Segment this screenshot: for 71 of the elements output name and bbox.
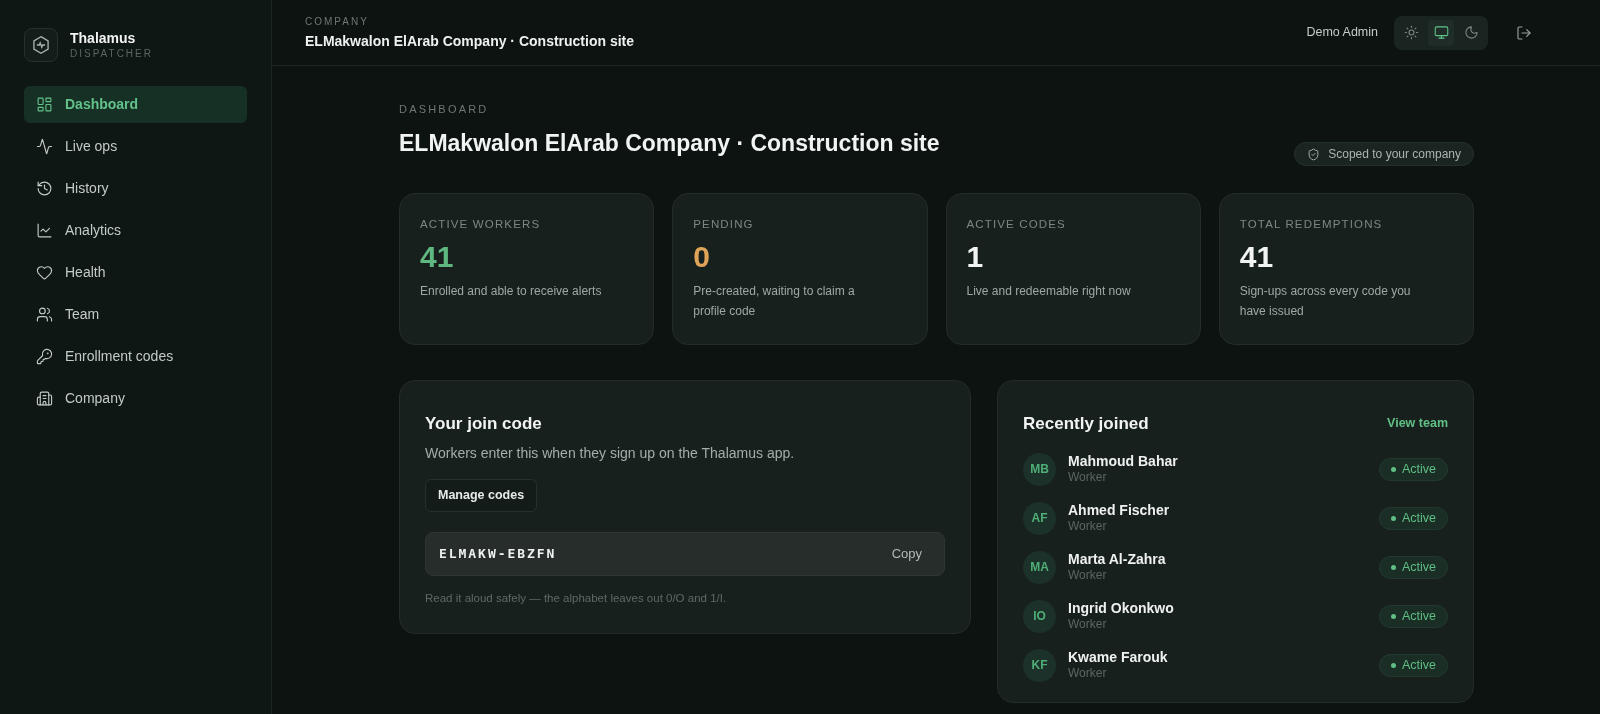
- join-code: ELMAKW-EBZFN: [439, 544, 557, 563]
- sidebar-item[interactable]: Live ops: [24, 128, 247, 165]
- brand-name: Thalamus: [70, 30, 137, 48]
- card-description: Workers enter this when they sign up on the Thalamus app.: [425, 443, 796, 463]
- stat-label: ACTIVE CODES: [966, 217, 1067, 232]
- stat-caption: Enrolled and able to receive alerts: [420, 283, 603, 301]
- member-role: Worker: [1068, 470, 1108, 486]
- system-theme-button[interactable]: [1428, 19, 1454, 46]
- code-note: Read it aloud safely — the alphabet leaves out 0/O and 1/I.: [425, 590, 728, 606]
- status-badge: Active: [1378, 555, 1448, 579]
- avatar: MA: [1023, 550, 1056, 584]
- stat-caption: Sign-ups across every code you have issued: [1239, 283, 1412, 321]
- status-badge: Active: [1378, 604, 1448, 628]
- user-name: Demo Admin: [1306, 24, 1378, 42]
- member-name: Marta Al-Zahra: [1068, 550, 1167, 569]
- stat-value: 1: [966, 239, 985, 276]
- header-eyebrow: COMPANY: [305, 14, 370, 29]
- view-team-link[interactable]: View team: [1387, 414, 1448, 434]
- copy-button[interactable]: Copy: [891, 543, 922, 564]
- avatar: AF: [1023, 501, 1056, 535]
- member-role: Worker: [1068, 666, 1108, 682]
- status-badge: Active: [1378, 457, 1448, 481]
- history-icon: [36, 180, 53, 197]
- stat-caption: Live and redeemable right now: [966, 283, 1132, 301]
- page-title: ELMakwalon ElArab Company · Construction site: [399, 128, 940, 158]
- logo-icon: [24, 28, 58, 62]
- shield-icon: [1307, 147, 1321, 161]
- sun-icon: [1403, 25, 1419, 40]
- manage-codes-button[interactable]: Manage codes: [425, 478, 538, 512]
- member-name: Mahmoud Bahar: [1068, 452, 1179, 471]
- member-role: Worker: [1068, 617, 1108, 633]
- header-title: ELMakwalon ElArab Company · Construction site: [305, 31, 635, 51]
- stat-value: 41: [1239, 239, 1275, 276]
- avatar: IO: [1023, 599, 1056, 633]
- card-title: Your join code: [425, 413, 543, 435]
- status-badge: Active: [1378, 653, 1448, 677]
- avatar: KF: [1023, 648, 1056, 682]
- sidebar-item[interactable]: Dashboard: [24, 86, 247, 123]
- stat-label: TOTAL REDEMPTIONS: [1239, 217, 1384, 232]
- member-name: Ingrid Okonkwo: [1068, 599, 1175, 618]
- key-icon: [36, 348, 53, 365]
- users-icon: [36, 306, 53, 323]
- sidebar-item[interactable]: Analytics: [24, 212, 247, 249]
- line-chart-icon: [36, 222, 53, 239]
- sidebar-item[interactable]: Enrollment codes: [24, 338, 247, 375]
- card-title: Recently joined: [1023, 413, 1149, 435]
- page-eyebrow: DASHBOARD: [399, 102, 490, 117]
- member-role: Worker: [1068, 519, 1108, 535]
- member-role: Worker: [1068, 568, 1108, 584]
- stat-label: ACTIVE WORKERS: [420, 217, 542, 232]
- logout-icon: [1516, 24, 1532, 41]
- stat-value: 0: [693, 239, 711, 276]
- sidebar-item[interactable]: Team: [24, 296, 247, 333]
- heart-icon: [36, 264, 53, 281]
- building-icon: [36, 390, 53, 407]
- stat-label: PENDING: [693, 217, 755, 232]
- sidebar-item[interactable]: Company: [24, 380, 247, 417]
- member-name: Kwame Farouk: [1068, 648, 1169, 667]
- scope-badge: Scoped to your company: [1294, 142, 1474, 166]
- sidebar-item[interactable]: Health: [24, 254, 247, 291]
- member-name: Ahmed Fischer: [1068, 501, 1171, 520]
- monitor-icon: [1433, 25, 1449, 40]
- dashboard-icon: [36, 96, 53, 113]
- stat-caption: Pre-created, waiting to claim a profile code: [693, 283, 856, 321]
- brand-subtitle: DISPATCHER: [70, 47, 153, 60]
- pulse-icon: [36, 138, 53, 155]
- avatar: MB: [1023, 452, 1056, 486]
- stat-value: 41: [420, 239, 455, 276]
- status-badge: Active: [1378, 506, 1448, 530]
- moon-icon: [1463, 25, 1479, 40]
- sidebar-item[interactable]: History: [24, 170, 247, 207]
